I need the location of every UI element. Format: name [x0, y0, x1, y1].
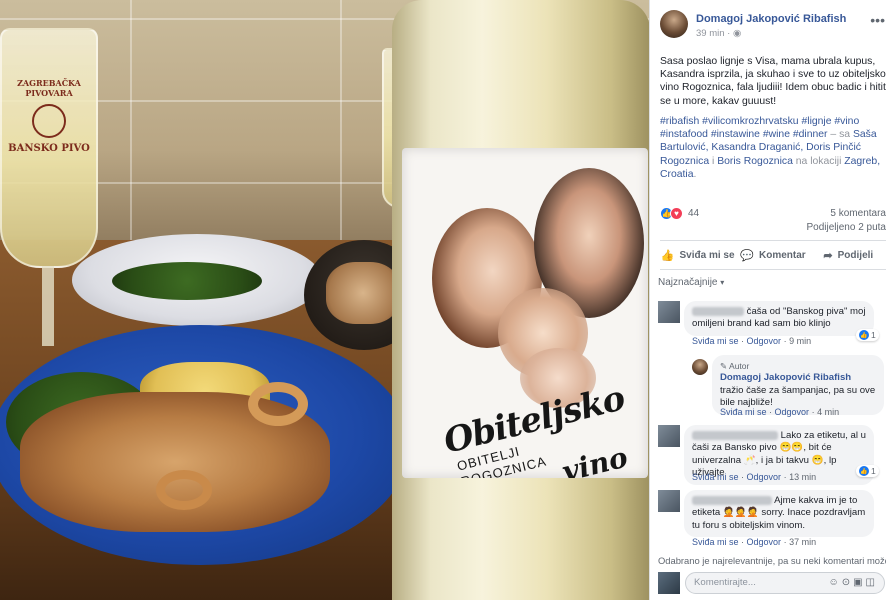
comment-bubble: čaša od "Banskog piva" moj omiljeni bran… — [684, 301, 874, 336]
reply-author-name[interactable]: Domagoj Jakopović Ribafish — [720, 372, 851, 383]
fried-squid-dish — [326, 262, 400, 324]
wine-label: Obiteljsko OBITELJI ROGOZNICA vino — [402, 148, 648, 478]
calamari-ring — [156, 470, 212, 510]
share-button[interactable]: ➦ Podijeli — [811, 241, 886, 269]
comment-actions: Sviđa mi se · Odgovor · 13 min — [692, 472, 817, 482]
post-sidebar: Domagoj Jakopović Ribafish 39 min · ◉ ••… — [649, 0, 890, 600]
comment-like-link[interactable]: Sviđa mi se — [692, 472, 739, 482]
author-badge: ✎ Autor — [720, 360, 876, 372]
comments-count[interactable]: 5 komentara — [830, 208, 886, 219]
comment-actions: Sviđa mi se · Odgovor · 37 min — [692, 537, 817, 547]
sticker-icon[interactable]: ◫ — [866, 577, 878, 588]
commenter-name-redacted[interactable] — [692, 306, 744, 316]
gif-icon[interactable]: ▣ — [853, 577, 865, 588]
reply-time[interactable]: 4 min — [817, 407, 839, 417]
tagged-person-last[interactable]: Boris Rogoznica — [717, 156, 793, 167]
comment-item: čaša od "Banskog piva" moj omiljeni bran… — [658, 301, 886, 351]
like-label: Sviđa mi se — [679, 249, 735, 261]
post-meta: 39 min · ◉ — [696, 28, 741, 39]
glass-logo-bottom: BANSKO PIVO — [8, 143, 90, 154]
comment-reply-link[interactable]: Odgovor — [747, 336, 782, 346]
comment-button[interactable]: 💬 Komentar — [735, 241, 810, 269]
emoji-icon[interactable]: ☺ — [828, 577, 841, 588]
pencil-icon: ✎ — [720, 361, 728, 371]
composer-icons: ☺⊙▣◫ — [828, 577, 878, 588]
comment-time[interactable]: 13 min — [789, 472, 816, 482]
with-prefix: – sa — [827, 129, 853, 141]
shares-count[interactable]: Podijeljeno 2 puta — [806, 222, 886, 233]
comment-reply-link[interactable]: Odgovor — [747, 537, 782, 547]
reply-reply-link[interactable]: Odgovor — [775, 407, 810, 417]
sort-label: Najznačajnije — [658, 277, 718, 288]
glass-crest-icon — [32, 104, 66, 138]
comment-like-count[interactable]: 👍 1 — [856, 465, 879, 477]
comment-like-number: 1 — [871, 330, 876, 340]
love-reaction-icon: ♥ — [670, 207, 683, 220]
chevron-down-icon: ▾ — [720, 278, 725, 287]
commenter-avatar[interactable] — [658, 301, 680, 323]
calamari-ring — [248, 382, 308, 426]
comment-composer: Komentirajte... ☺⊙▣◫ — [658, 572, 886, 594]
glass-stem-left — [42, 266, 54, 346]
comment-time[interactable]: 9 min — [789, 336, 811, 346]
author-badge-label: Autor — [729, 361, 750, 371]
post-photo[interactable]: ZAGREBAČKA PIVOVARA BANSKO PIVO Obiteljs… — [0, 0, 649, 600]
post-header: Domagoj Jakopović Ribafish 39 min · ◉ ••… — [660, 10, 885, 44]
comment-like-number: 1 — [871, 466, 876, 476]
relevance-note: Odabrano je najrelevantnije, pa su neki … — [658, 555, 886, 566]
comment-reply-link[interactable]: Odgovor — [747, 472, 782, 482]
author-name[interactable]: Domagoj Jakopović Ribafish — [696, 13, 846, 25]
reply-text: tražio čaše za šampanjac, pa su ove bile… — [720, 384, 876, 409]
post-time[interactable]: 39 min — [696, 28, 725, 39]
comment-item: Lako za etiketu, al u čaši za Bansko piv… — [658, 425, 886, 485]
like-small-icon: 👍 — [859, 466, 869, 476]
share-label: Podijeli — [837, 249, 874, 261]
glass-logo-top: ZAGREBAČKA PIVOVARA — [17, 78, 81, 98]
author-avatar[interactable] — [660, 10, 688, 38]
reply-like-link[interactable]: Sviđa mi se — [720, 407, 767, 417]
post-tags: #ribafish #vilicomkrozhrvatsku #lignje #… — [660, 115, 886, 181]
author-reply-avatar[interactable] — [692, 359, 708, 375]
label-title-vino: vino — [558, 440, 631, 478]
comment-time[interactable]: 37 min — [789, 537, 816, 547]
comment-like-link[interactable]: Sviđa mi se — [692, 336, 739, 346]
camera-icon[interactable]: ⊙ — [842, 577, 853, 588]
glass-logo: ZAGREBAČKA PIVOVARA BANSKO PIVO — [4, 78, 94, 154]
comment-label: Komentar — [759, 249, 806, 261]
commenter-avatar[interactable] — [658, 490, 680, 512]
reactions-bar: 👍 ♥ 44 5 komentara Podijeljeno 2 puta — [660, 207, 886, 237]
share-icon: ➦ — [823, 249, 833, 262]
commenter-name-redacted[interactable] — [692, 495, 772, 505]
post-actions: 👍 Sviđa mi se 💬 Komentar ➦ Podijeli — [660, 240, 886, 270]
comment-bubble: Ajme kakva im je to etiketa 🤦🤦🤦 sorry. I… — [684, 490, 874, 538]
chard-in-bowl — [112, 262, 262, 300]
comment-input[interactable]: Komentirajte... ☺⊙▣◫ — [685, 572, 885, 594]
comment-like-link[interactable]: Sviđa mi se — [692, 537, 739, 547]
globe-icon: · ◉ — [727, 28, 742, 39]
comment-actions: Sviđa mi se · Odgovor · 9 min — [692, 336, 812, 346]
reaction-count[interactable]: 44 — [688, 208, 699, 219]
more-options-icon[interactable]: ••• — [870, 12, 885, 28]
thumbs-up-icon: 👍 — [660, 249, 675, 262]
like-small-icon: 👍 — [859, 330, 869, 340]
reaction-icons[interactable]: 👍 ♥ — [660, 207, 683, 220]
location-prefix: na lokaciji — [792, 155, 845, 167]
comment-item: Ajme kakva im je to etiketa 🤦🤦🤦 sorry. I… — [658, 490, 886, 550]
current-user-avatar — [658, 572, 680, 594]
comment-placeholder: Komentirajte... — [694, 577, 756, 588]
reply-item: ✎ Autor Domagoj Jakopović Ribafish traži… — [692, 355, 886, 419]
reply-actions: Sviđa mi se · Odgovor · 4 min — [720, 407, 840, 417]
like-button[interactable]: 👍 Sviđa mi se — [660, 241, 735, 269]
commenter-avatar[interactable] — [658, 425, 680, 447]
and-word: i — [709, 155, 718, 167]
post-text: Sasa poslao lignje s Visa, mama ubrala k… — [660, 56, 886, 107]
comment-like-count[interactable]: 👍 1 — [856, 329, 879, 341]
location-suffix: . — [693, 168, 697, 180]
commenter-name-redacted[interactable] — [692, 430, 778, 440]
comment-sort-dropdown[interactable]: Najznačajnije ▾ — [658, 277, 724, 288]
comment-icon: 💬 — [740, 249, 754, 262]
reply-bubble: ✎ Autor Domagoj Jakopović Ribafish traži… — [712, 355, 884, 415]
